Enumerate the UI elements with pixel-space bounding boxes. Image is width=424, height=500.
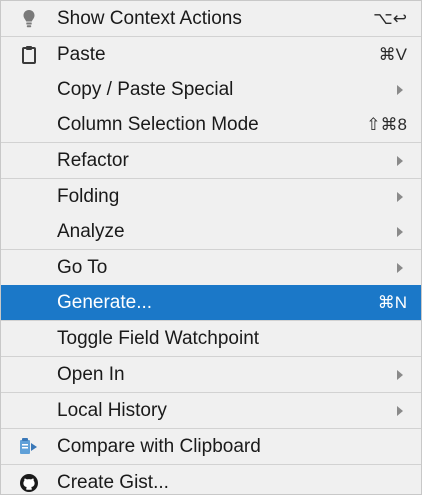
- menu-group-context-actions: Show Context Actions ⌥↩: [1, 1, 421, 37]
- menu-item-shortcut: ⌘N: [377, 292, 407, 312]
- menu-item-label: Folding: [57, 185, 120, 207]
- menu-item-column-selection-mode[interactable]: Column Selection Mode ⇧⌘8: [1, 107, 421, 142]
- menu-item-create-gist[interactable]: Create Gist...: [1, 465, 421, 500]
- menu-item-local-history[interactable]: Local History: [1, 393, 421, 428]
- menu-group-gist: Create Gist...: [1, 465, 421, 500]
- menu-item-analyze[interactable]: Analyze: [1, 214, 421, 249]
- compare-clipboard-icon: [19, 437, 39, 457]
- menu-item-generate[interactable]: Generate... ⌘N: [1, 285, 421, 320]
- submenu-arrow-icon: [397, 369, 403, 380]
- menu-item-label: Generate...: [57, 291, 153, 313]
- submenu-arrow-icon: [397, 226, 403, 237]
- submenu-arrow-icon: [397, 191, 403, 202]
- menu-item-compare-with-clipboard[interactable]: Compare with Clipboard: [1, 429, 421, 464]
- submenu-arrow-icon: [397, 262, 403, 273]
- menu-item-label: Analyze: [57, 220, 125, 242]
- github-icon: [19, 473, 39, 493]
- menu-group-refactor: Refactor: [1, 143, 421, 179]
- clipboard-icon: [19, 45, 39, 65]
- menu-item-open-in[interactable]: Open In: [1, 357, 421, 392]
- menu-item-show-context-actions[interactable]: Show Context Actions ⌥↩: [1, 1, 421, 36]
- menu-group-debug: Toggle Field Watchpoint: [1, 321, 421, 357]
- menu-item-label: Compare with Clipboard: [57, 435, 261, 457]
- menu-item-label: Copy / Paste Special: [57, 78, 234, 100]
- menu-item-go-to[interactable]: Go To: [1, 250, 421, 285]
- menu-item-shortcut: ⌘V: [378, 44, 407, 64]
- menu-item-label: Create Gist...: [57, 471, 169, 493]
- menu-item-paste[interactable]: Paste ⌘V: [1, 37, 421, 72]
- menu-item-shortcut: ⇧⌘8: [366, 114, 407, 134]
- menu-group-open: Open In: [1, 357, 421, 393]
- menu-group-clipboard: Paste ⌘V Copy / Paste Special Column Sel…: [1, 37, 421, 143]
- context-menu: Show Context Actions ⌥↩ Paste ⌘V Copy / …: [0, 0, 422, 495]
- menu-item-label: Column Selection Mode: [57, 113, 259, 135]
- menu-item-label: Local History: [57, 399, 167, 421]
- menu-group-history: Local History: [1, 393, 421, 429]
- menu-group-compare: Compare with Clipboard: [1, 429, 421, 465]
- submenu-arrow-icon: [397, 405, 403, 416]
- menu-item-toggle-field-watchpoint[interactable]: Toggle Field Watchpoint: [1, 321, 421, 356]
- menu-item-label: Toggle Field Watchpoint: [57, 327, 260, 349]
- submenu-arrow-icon: [397, 84, 403, 95]
- menu-item-folding[interactable]: Folding: [1, 179, 421, 214]
- menu-item-shortcut: ⌥↩: [373, 8, 407, 28]
- submenu-arrow-icon: [397, 155, 403, 166]
- menu-group-code: Folding Analyze: [1, 179, 421, 250]
- menu-group-navigation: Go To Generate... ⌘N: [1, 250, 421, 321]
- lightbulb-icon: [19, 9, 39, 29]
- menu-item-refactor[interactable]: Refactor: [1, 143, 421, 178]
- menu-item-label: Refactor: [57, 149, 129, 171]
- menu-item-label: Open In: [57, 363, 125, 385]
- menu-item-label: Paste: [57, 43, 106, 65]
- menu-item-label: Go To: [57, 256, 108, 278]
- menu-item-copy-paste-special[interactable]: Copy / Paste Special: [1, 72, 421, 107]
- menu-item-label: Show Context Actions: [57, 7, 242, 29]
